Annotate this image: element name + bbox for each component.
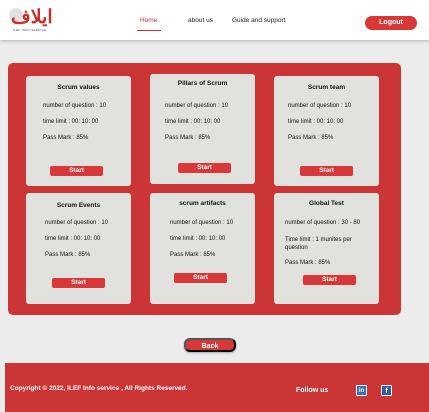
ilef-logo[interactable]: ايلاف ILEF INFO SERVICE <box>9 6 65 34</box>
linkedin-icon[interactable]: in <box>356 385 367 396</box>
quiz-card-global-test: Global Test number of question : 30 - 80… <box>274 193 379 304</box>
card-title: scrum artifacts <box>179 200 226 207</box>
card-time-limit: time limit : 00: 10: 00 <box>43 119 99 125</box>
logo-subtext: ILEF INFO SERVICE <box>13 28 47 32</box>
quiz-card-pillars-of-scrum: Pillars of Scrum number of question : 10… <box>150 74 255 184</box>
nav-guide-link[interactable]: Guide and support <box>232 17 285 24</box>
card-question-count: number of question : 10 <box>43 103 107 109</box>
nav-active-underline <box>137 30 161 31</box>
card-pass-mark: Pass Mark : 85% <box>43 135 89 141</box>
card-title: Global Test <box>309 200 344 207</box>
card-title: Pillars of Scrum <box>177 80 228 87</box>
start-button[interactable]: Start <box>300 166 353 176</box>
start-button[interactable]: Start <box>50 166 103 176</box>
card-time-limit: time limit : 00: 10: 00 <box>45 236 101 242</box>
start-button[interactable]: Start <box>303 275 356 285</box>
copyright-text: Copyright © 2022, ILEF Info service , Al… <box>10 385 188 392</box>
card-pass-mark: Pass Mark : 85% <box>45 252 91 258</box>
card-title: Scrum Events <box>56 202 101 209</box>
nav-about-link[interactable]: about us <box>188 17 213 24</box>
card-pass-mark: Pass Mark : 85% <box>288 135 334 141</box>
card-pass-mark: Pass Mark : 85% <box>170 252 216 258</box>
card-pass-mark: Pass Mark : 85% <box>285 260 331 266</box>
start-button[interactable]: Start <box>174 273 227 283</box>
quiz-card-scrum-events: Scrum Events number of question : 10 tim… <box>26 193 131 304</box>
card-pass-mark: Pass Mark : 85% <box>165 135 211 141</box>
top-navbar: ايلاف ILEF INFO SERVICE Home about us Gu… <box>0 0 429 40</box>
card-title: Scrum values <box>57 84 100 91</box>
card-question-count: number of question : 10 <box>170 220 234 226</box>
start-button[interactable]: Start <box>178 163 231 173</box>
card-time-limit: Time limit : 1 munites per question <box>285 237 352 251</box>
card-time-limit: time limit : 00: 10: 00 <box>165 119 221 125</box>
quiz-card-scrum-values: Scrum values number of question : 10 tim… <box>26 76 131 186</box>
nav-home-link[interactable]: Home <box>140 17 157 24</box>
start-button[interactable]: Start <box>52 278 105 288</box>
facebook-icon[interactable]: f <box>381 385 392 396</box>
quiz-card-scrum-artifacts: scrum artifacts number of question : 10 … <box>150 193 255 304</box>
follow-us-label: Follow us <box>296 387 329 394</box>
quiz-card-scrum-team: Scrum team number of question : 10 time … <box>274 76 379 186</box>
card-question-count: number of question : 30 - 80 <box>285 220 361 226</box>
card-time-limit: time limit : 00: 10: 00 <box>170 236 226 242</box>
card-question-count: number of question : 10 <box>165 103 229 109</box>
quiz-panel: Scrum values number of question : 10 tim… <box>8 63 401 315</box>
logout-button[interactable]: Logout <box>365 16 417 30</box>
card-question-count: number of question : 10 <box>45 220 109 226</box>
footer: Copyright © 2022, ILEF Info service , Al… <box>5 363 429 412</box>
logo-text: ايلاف <box>11 6 54 28</box>
card-title: Scrum team <box>307 84 346 91</box>
card-time-limit: time limit : 00: 10: 00 <box>288 119 344 125</box>
card-question-count: number of question : 10 <box>288 103 352 109</box>
back-button[interactable]: Back <box>184 338 236 352</box>
